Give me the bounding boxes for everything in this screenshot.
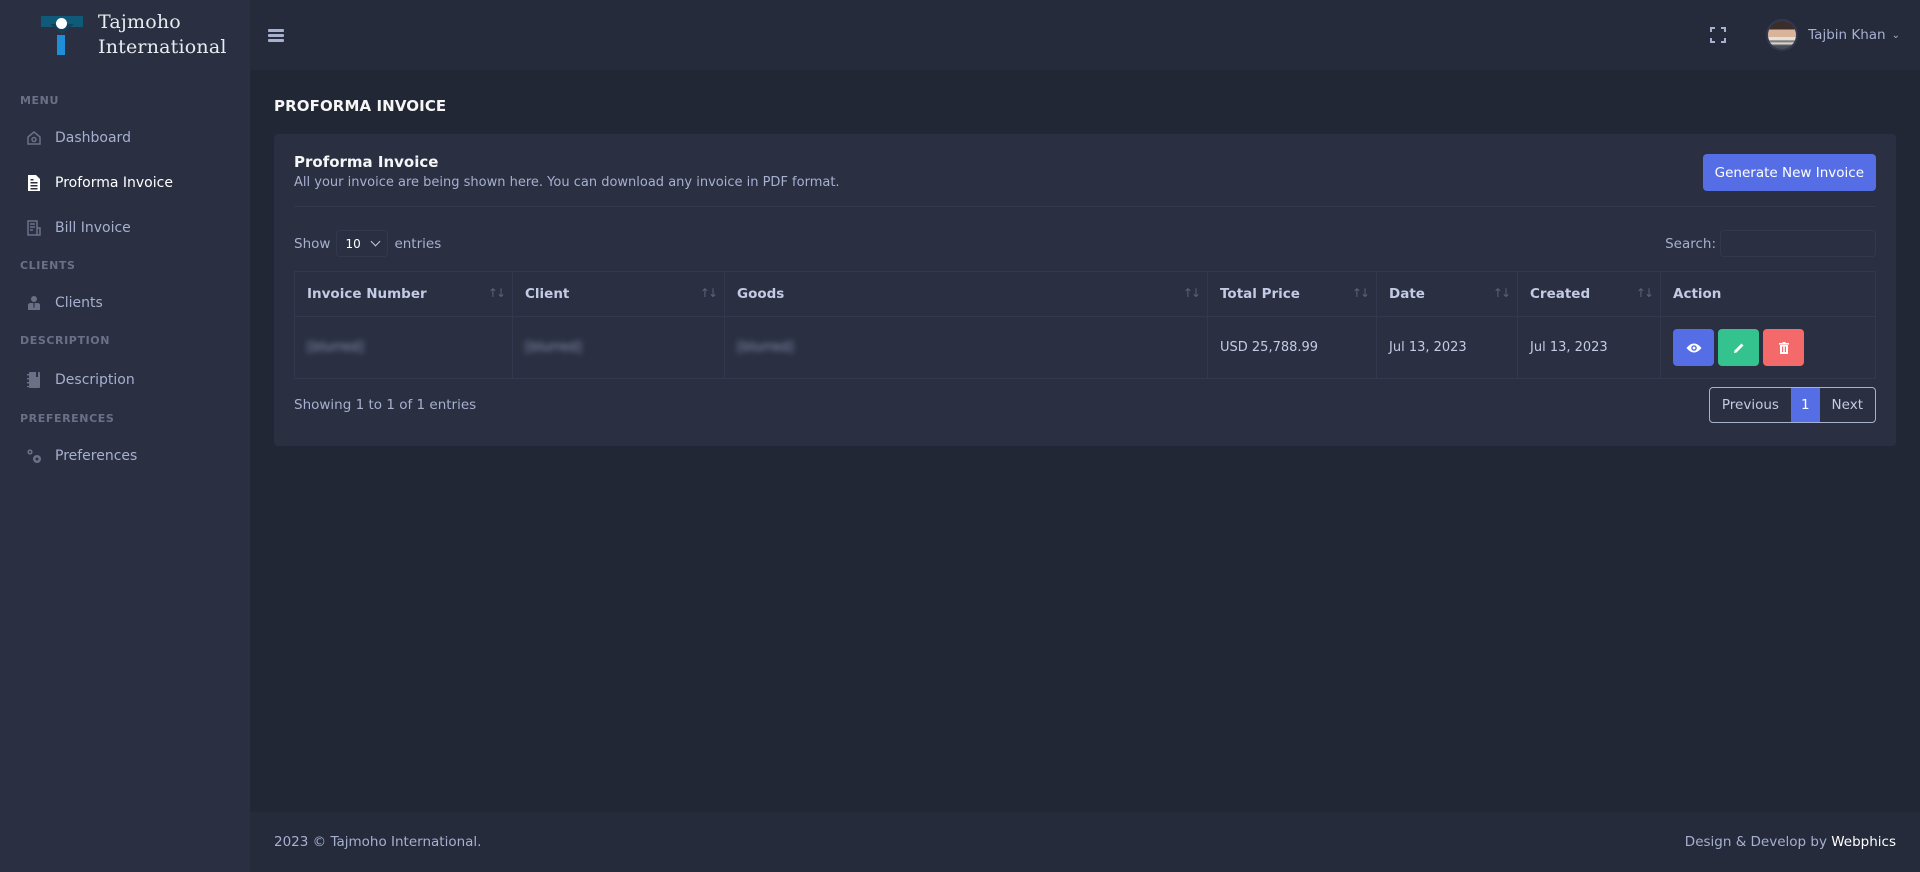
invoice-table: Invoice Number ↑↓ Client ↑↓ Goods ↑↓ Total … (294, 271, 1876, 379)
cell-created: Jul 13, 2023 (1517, 316, 1661, 379)
entries-length-control: Show 10 entries (294, 230, 441, 257)
fullscreen-icon[interactable] (1710, 27, 1727, 43)
generate-new-invoice-button[interactable]: Generate New Invoice (1702, 154, 1876, 191)
footer-copyright: 2023 © Tajmoho International. (274, 834, 482, 850)
sort-icon: ↑↓ (1492, 286, 1511, 300)
cell-total-price: USD 25,788.99 (1207, 316, 1377, 379)
chevron-down-icon: ⌄ (1891, 29, 1900, 41)
menu-section-title: MENU (20, 94, 59, 107)
menu-section-title: PREFERENCES (20, 412, 115, 425)
menu-toggle-icon[interactable] (268, 28, 284, 42)
pagination-next-button[interactable]: Next (1820, 388, 1875, 422)
column-header-action: Action (1660, 271, 1876, 317)
sort-icon: ↑↓ (1351, 286, 1370, 300)
footer: 2023 © Tajmoho International. Design & D… (250, 812, 1920, 872)
page-length-select[interactable]: 10 (336, 230, 389, 257)
card-subtitle: All your invoice are being shown here. Y… (294, 175, 840, 190)
eye-icon (1686, 343, 1701, 352)
table-info: Showing 1 to 1 of 1 entries (294, 397, 477, 413)
sidebar-item-bill-invoice[interactable]: Bill Invoice (0, 205, 250, 250)
sort-icon: ↑↓ (699, 286, 718, 300)
notebook-icon (24, 370, 44, 390)
main-content: PROFORMA INVOICE Proforma Invoice All yo… (250, 70, 1920, 812)
column-header-date[interactable]: Date ↑↓ (1376, 271, 1518, 317)
column-header-client[interactable]: Client ↑↓ (512, 271, 725, 317)
pagination-previous-button[interactable]: Previous (1710, 388, 1791, 422)
invoice-card: Proforma Invoice All your invoice are be… (274, 134, 1896, 446)
sidebar-item-description[interactable]: Description (0, 355, 250, 405)
cell-goods: [blurred] (724, 316, 1208, 379)
footer-credit-link[interactable]: Webphics (1831, 834, 1896, 850)
column-header-total-price[interactable]: Total Price ↑↓ (1207, 271, 1377, 317)
cell-actions (1660, 316, 1876, 379)
brand-name: Tajmoho International (98, 11, 227, 58)
column-header-goods[interactable]: Goods ↑↓ (724, 271, 1208, 317)
sidebar-item-clients[interactable]: Clients (0, 280, 250, 325)
user-name: Tajbin Khan (1808, 27, 1886, 43)
sort-icon: ↑↓ (487, 286, 506, 300)
sidebar-item-dashboard[interactable]: Dashboard (0, 115, 250, 160)
cell-client: [blurred] (512, 316, 725, 379)
search-label: Search: (1665, 235, 1716, 252)
sidebar: Tajmoho International MENU Dashboard Pro… (0, 0, 250, 872)
brand-logo-icon (40, 13, 86, 57)
pencil-icon (1733, 343, 1743, 353)
topbar: Tajbin Khan ⌄ (250, 0, 1920, 70)
page-title: PROFORMA INVOICE (274, 97, 447, 115)
avatar (1766, 19, 1799, 51)
user-menu-dropdown[interactable]: Tajbin Khan ⌄ (1766, 19, 1900, 51)
pagination-page-1[interactable]: 1 (1790, 388, 1820, 422)
user-tie-icon (24, 293, 44, 313)
file-document-icon (24, 173, 44, 193)
receipt-icon (24, 218, 44, 238)
sort-icon: ↑↓ (1182, 286, 1201, 300)
search-input[interactable] (1720, 230, 1876, 257)
cell-date: Jul 13, 2023 (1376, 316, 1518, 379)
cogs-icon (24, 446, 44, 466)
cell-invoice-number: [blurred] (294, 316, 513, 379)
brand-logo-link[interactable]: Tajmoho International (0, 0, 250, 70)
menu-section-title: DESCRIPTION (20, 334, 111, 347)
menu-section-title: CLIENTS (20, 259, 76, 272)
edit-invoice-button[interactable] (1718, 329, 1759, 366)
chevron-down-icon (370, 236, 381, 247)
pagination: Previous 1 Next (1708, 387, 1876, 423)
table-row: [blurred] [blurred] [blurred] USD 25,788… (294, 316, 1876, 379)
sidebar-item-proforma-invoice[interactable]: Proforma Invoice (0, 160, 250, 205)
sort-icon: ↑↓ (1635, 286, 1654, 300)
column-header-invoice-number[interactable]: Invoice Number ↑↓ (294, 271, 513, 317)
view-invoice-button[interactable] (1673, 329, 1714, 366)
trash-icon (1778, 341, 1789, 354)
column-header-created[interactable]: Created ↑↓ (1517, 271, 1661, 317)
card-title: Proforma Invoice (294, 153, 439, 171)
delete-invoice-button[interactable] (1763, 329, 1804, 366)
sidebar-item-preferences[interactable]: Preferences (0, 433, 250, 478)
home-icon (24, 128, 44, 148)
footer-credit: Design & Develop by Webphics (1684, 834, 1896, 850)
